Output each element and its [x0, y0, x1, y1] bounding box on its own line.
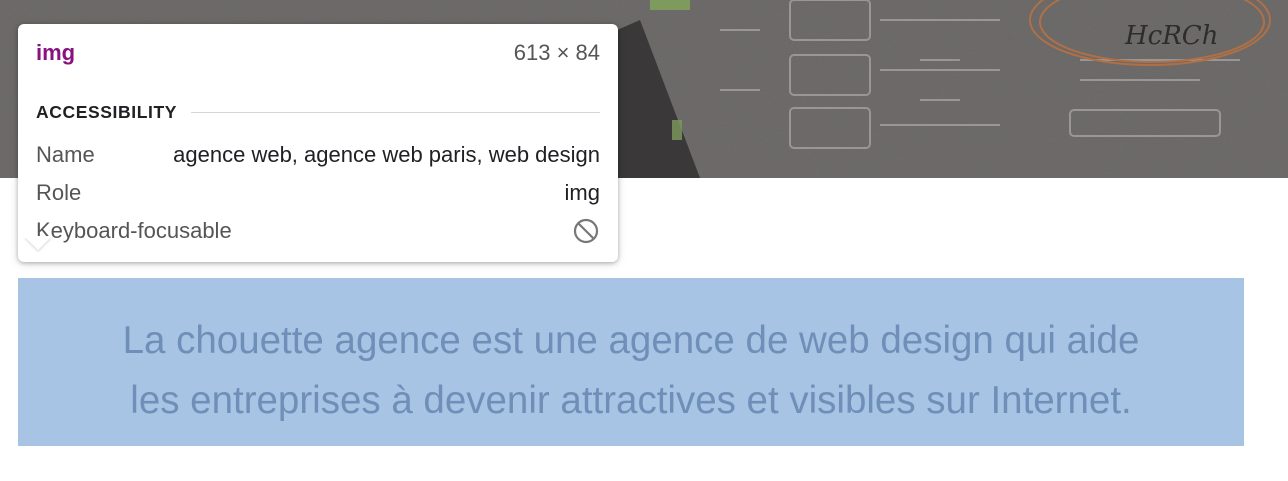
tooltip-pointer	[24, 236, 52, 250]
accessibility-row-keyboard-focusable: Keyboard-focusable	[36, 212, 600, 250]
intro-line-2: les entreprises à devenir attractives et…	[130, 379, 1132, 422]
accessibility-section-title: ACCESSIBILITY	[36, 101, 178, 122]
hero-handwriting: HcRCh	[1124, 21, 1218, 51]
not-allowed-icon	[573, 218, 599, 244]
section-divider	[191, 111, 600, 113]
accessible-name-value: agence web, agence web paris, web design	[173, 142, 600, 167]
row-key: Role	[36, 180, 82, 205]
intro-line-1: La chouette agence est une agence de web…	[122, 319, 1140, 362]
intro-paragraph: La chouette agence est une agence de web…	[18, 311, 1244, 431]
accessibility-rows: Name agence web, agence web paris, web d…	[36, 136, 600, 250]
inspector-tooltip: img 613 × 84 ACCESSIBILITY Name agence w…	[18, 24, 618, 262]
accessibility-row-name: Name agence web, agence web paris, web d…	[36, 136, 600, 174]
element-dimensions: 613 × 84	[513, 40, 600, 65]
accessibility-row-role: Role img	[36, 174, 600, 212]
role-value: img	[564, 180, 600, 205]
row-key: Name	[36, 142, 95, 167]
element-tag: img	[36, 40, 76, 65]
row-key: Keyboard-focusable	[36, 218, 232, 243]
intro-paragraph-highlight: La chouette agence est une agence de web…	[18, 278, 1244, 446]
tooltip-header: img 613 × 84	[36, 24, 600, 82]
accessibility-section-header: ACCESSIBILITY	[36, 102, 600, 122]
